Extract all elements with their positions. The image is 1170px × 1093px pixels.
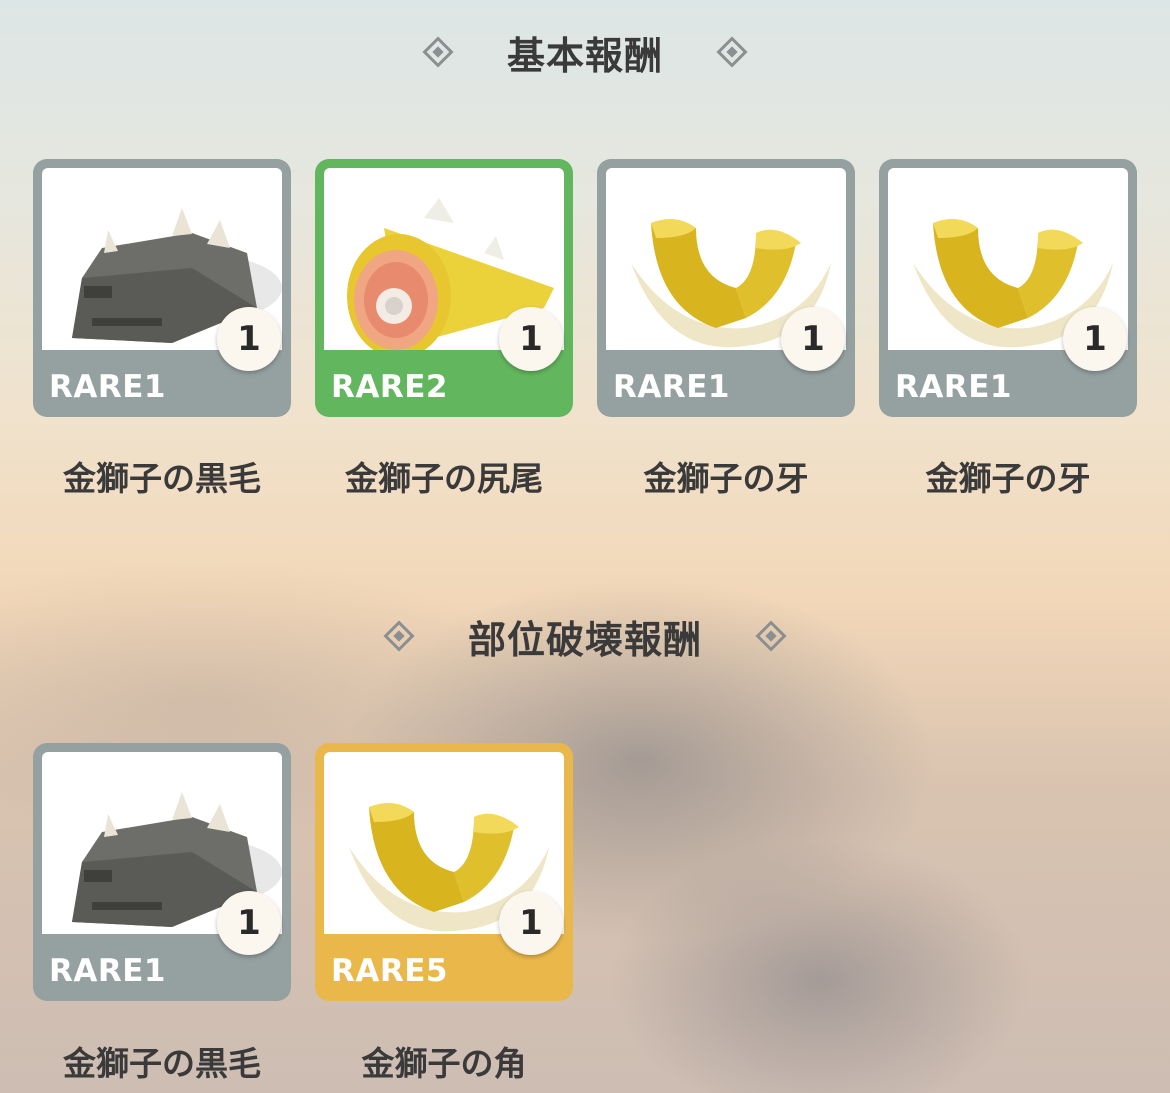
diamond-ornament-icon xyxy=(421,35,455,69)
basic-reward-header: 基本報酬 xyxy=(0,17,1170,87)
item-name: 金獅子の角 xyxy=(361,1044,527,1083)
rarity-label: RARE1 xyxy=(895,369,1012,405)
quantity-badge: 1 xyxy=(499,891,563,955)
reward-card[interactable]: 1 RARE5 xyxy=(315,743,573,1001)
item-name: 金獅子の牙 xyxy=(643,459,809,498)
diamond-ornament-icon xyxy=(754,619,788,653)
section-title: 基本報酬 xyxy=(506,33,663,78)
reward-card[interactable]: 1 RARE1 xyxy=(33,159,291,417)
rarity-label: RARE1 xyxy=(49,369,166,405)
quantity-badge: 1 xyxy=(217,307,281,371)
quantity-badge: 1 xyxy=(217,891,281,955)
item-name: 金獅子の尻尾 xyxy=(345,459,543,498)
item-name: 金獅子の黒毛 xyxy=(63,1044,261,1083)
quantity-badge: 1 xyxy=(499,307,563,371)
diamond-ornament-icon xyxy=(382,619,416,653)
rarity-label: RARE1 xyxy=(613,369,730,405)
part-break-reward-header: 部位破壊報酬 xyxy=(0,601,1170,671)
rarity-label: RARE1 xyxy=(49,953,166,989)
reward-card[interactable]: 1 RARE1 xyxy=(597,159,855,417)
section-title: 部位破壊報酬 xyxy=(467,617,702,662)
item-name: 金獅子の牙 xyxy=(925,459,1091,498)
rarity-label: RARE2 xyxy=(331,369,448,405)
rarity-label: RARE5 xyxy=(331,953,448,989)
quantity-badge: 1 xyxy=(1063,307,1127,371)
diamond-ornament-icon xyxy=(715,35,749,69)
reward-card[interactable]: 1 RARE1 xyxy=(33,743,291,1001)
quantity-badge: 1 xyxy=(781,307,845,371)
reward-card[interactable]: 1 RARE2 xyxy=(315,159,573,417)
item-name: 金獅子の黒毛 xyxy=(63,459,261,498)
reward-card[interactable]: 1 RARE1 xyxy=(879,159,1137,417)
